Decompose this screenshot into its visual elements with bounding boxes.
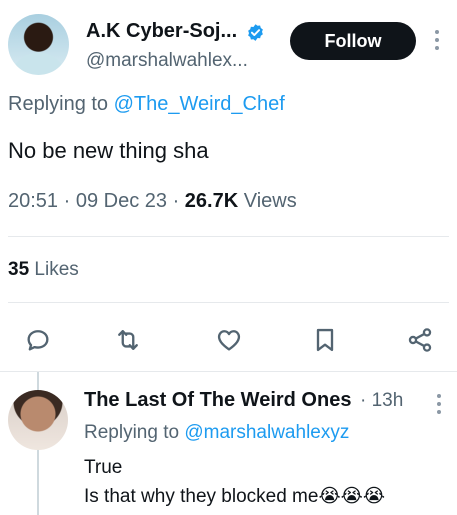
meta-separator: · [63, 190, 76, 212]
reply-time[interactable]: · 13h [360, 390, 403, 412]
divider [8, 302, 449, 303]
likes-label: Likes [34, 259, 79, 280]
reply-author-name[interactable]: The Last Of The Weird Ones [84, 389, 351, 412]
replying-to-mention-link[interactable]: @The_Weird_Chef [114, 93, 285, 115]
more-options-icon[interactable] [432, 30, 442, 52]
retweet-icon [118, 330, 138, 350]
reply-time-value: 13h [371, 390, 404, 411]
likes-count: 35 [8, 259, 30, 280]
like-button[interactable] [212, 323, 246, 357]
views-count: 26.7K [184, 190, 239, 212]
bookmark-button[interactable] [308, 323, 342, 357]
follow-button[interactable]: Follow [290, 22, 416, 60]
tweet-text: No be new thing sha [8, 138, 209, 163]
reply-text-content: Is that why they blocked me [84, 486, 319, 507]
tweet-meta: 20:51 · 09 Dec 23 · 26.7K Views [8, 190, 297, 213]
reply-text-line-2: Is that why they blocked me😭😭😭 [84, 485, 385, 508]
divider [8, 236, 449, 237]
reply-more-options-icon[interactable] [434, 394, 444, 416]
reply-replying-to-line: Replying to @marshalwahlexyz [84, 422, 349, 444]
bookmark-icon [316, 328, 334, 352]
meta-separator: · [172, 190, 185, 212]
views-label: Views [243, 190, 297, 212]
reply-replying-prefix: Replying to [84, 422, 180, 443]
replying-to-prefix: Replying to [8, 93, 109, 115]
tweet-time[interactable]: 20:51 [8, 190, 58, 212]
crying-emoji-icon: 😭😭😭 [318, 486, 386, 507]
reply-replying-mention-link[interactable]: @marshalwahlexyz [184, 422, 349, 443]
share-button[interactable] [403, 323, 437, 357]
replying-to-line: Replying to @The_Weird_Chef [8, 93, 285, 116]
tweet-date[interactable]: 09 Dec 23 [76, 190, 167, 212]
verified-badge-icon [248, 24, 263, 41]
reply-author-avatar[interactable] [8, 390, 68, 450]
retweet-button[interactable] [111, 323, 145, 357]
share-icon [408, 328, 432, 352]
reply-button[interactable] [21, 323, 55, 357]
author-handle[interactable]: @marshalwahlex... [86, 50, 248, 72]
author-avatar[interactable] [8, 14, 69, 75]
likes-row[interactable]: 35 Likes [8, 259, 79, 281]
reply-text-line-1: True [84, 457, 123, 478]
divider [0, 371, 457, 372]
reply-icon [27, 330, 49, 351]
author-display-name[interactable]: A.K Cyber-Soj... [86, 20, 237, 43]
like-icon [217, 330, 241, 351]
